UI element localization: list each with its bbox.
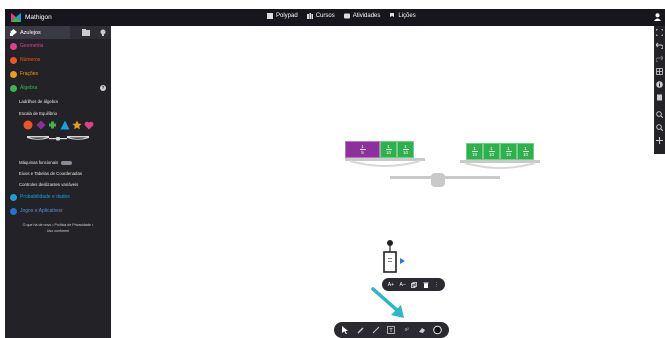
category-label: Números — [20, 57, 41, 63]
fraction-numerator: 1 — [490, 145, 493, 151]
top-bar: Mathigon Polypad Cursos Atividades Liçõe… — [5, 9, 665, 26]
nav-lessons[interactable]: Lições — [389, 13, 416, 19]
redo-icon[interactable] — [656, 55, 663, 62]
color-picker-icon[interactable] — [433, 325, 442, 335]
drawing-toolbar: x² — [334, 322, 449, 338]
shape-tiles-graphic — [23, 120, 94, 141]
tab-tiles-label: Azulejos — [20, 29, 41, 36]
algebra-icon — [10, 84, 17, 92]
folder-icon[interactable] — [82, 29, 90, 36]
category-label: Frações — [20, 71, 39, 77]
text-box[interactable] — [380, 238, 410, 276]
sidebar-item-function-machines[interactable]: Máquinas funcionais — [5, 157, 111, 168]
nav-label-lessons: Lições — [398, 13, 416, 19]
info-icon[interactable] — [656, 81, 663, 88]
tab-tiles[interactable]: Azulejos — [5, 26, 70, 39]
courses-icon — [306, 13, 313, 19]
category-label: Jogos e Aplicativos — [20, 208, 63, 214]
play-icon — [400, 258, 405, 264]
app-title: Mathigon — [25, 14, 52, 21]
nav-courses[interactable]: Cursos — [306, 13, 335, 19]
sidebar: Azulejos Geometria Números Frações Álgeb… — [5, 26, 111, 338]
category-probability[interactable]: Probabilidade e dados — [5, 190, 111, 204]
games-icon — [10, 207, 17, 215]
zoom-out-icon[interactable] — [656, 124, 663, 131]
brand[interactable]: Mathigon — [11, 13, 52, 22]
numbers-icon — [10, 56, 17, 64]
shapes-icon — [10, 29, 17, 36]
cursor-icon[interactable] — [341, 326, 350, 335]
mathigon-logo-icon — [11, 13, 21, 22]
fraction-numerator: 1 — [404, 143, 407, 149]
fraction-label: 1 10 — [385, 143, 392, 155]
pen-icon[interactable] — [356, 326, 365, 335]
nav-label-activities: Atividades — [352, 13, 381, 19]
sidebar-tabs: Azulejos — [5, 26, 111, 39]
fraction-numerator: 1 — [473, 145, 476, 151]
cross-icon — [49, 121, 56, 129]
fraction-label: 1 10 — [402, 143, 409, 155]
star-icon — [72, 120, 82, 130]
sidebar-item-label: Máquinas funcionais — [19, 160, 59, 165]
eraser-icon[interactable] — [418, 326, 427, 335]
text-tool-icon[interactable] — [387, 326, 396, 335]
sidebar-item-algebra-tiles[interactable]: Ladrilhos de álgebra — [5, 95, 111, 107]
heart-icon — [84, 121, 94, 130]
nav-polypad[interactable]: Polypad — [267, 13, 298, 19]
new-badge — [61, 160, 73, 165]
legal-line: Uso conforme — [46, 229, 70, 233]
activities-icon — [343, 13, 350, 19]
polypad-icon — [267, 13, 273, 19]
circle-icon — [23, 120, 33, 130]
main-nav: Polypad Cursos Atividades Lições — [267, 13, 416, 19]
legal-links[interactable]: O que há de novo • Política de Privacida… — [5, 218, 111, 238]
sidebar-item-balance-scale[interactable]: Escala de Equilíbrio — [5, 107, 111, 119]
category-algebra[interactable]: Álgebra ? — [5, 81, 111, 95]
sidebar-item-variable-sliders[interactable]: Controles deslizantes variáveis — [5, 179, 111, 190]
category-label: Álgebra — [20, 85, 38, 91]
undo-icon[interactable] — [656, 42, 663, 49]
fraction-label: 15 — [359, 143, 366, 155]
move-icon[interactable] — [656, 137, 663, 144]
nav-label-courses: Cursos — [315, 13, 335, 19]
nav-label-polypad: Polypad — [276, 13, 298, 19]
copy-icon[interactable] — [411, 281, 418, 288]
probability-icon — [10, 193, 17, 201]
lessons-icon — [390, 13, 395, 17]
triangle-icon — [60, 120, 70, 130]
line-icon[interactable] — [372, 326, 381, 335]
fractions-icon — [10, 70, 17, 78]
category-games[interactable]: Jogos e Aplicativos — [5, 204, 111, 218]
sidebar-item-coordinate-axes[interactable]: Eixos e Tabelas de Coordenadas — [5, 168, 111, 179]
bookmark-icon[interactable] — [656, 94, 663, 101]
trash-icon[interactable] — [423, 282, 429, 288]
user-icon[interactable] — [654, 13, 661, 21]
zoom-in-icon[interactable] — [656, 111, 663, 118]
lightbulb-icon[interactable] — [99, 29, 107, 36]
nav-activities[interactable]: Atividades — [343, 13, 381, 19]
superscript-button[interactable]: x² — [402, 326, 411, 335]
balance-scale-preview[interactable] — [5, 119, 111, 157]
fraction-numerator: 1 — [524, 145, 527, 151]
geometry-icon — [10, 42, 17, 50]
fullscreen-icon[interactable] — [656, 29, 663, 36]
right-toolbar — [654, 26, 665, 154]
category-label: Geometria — [20, 43, 44, 49]
pointer-arrow-icon — [371, 287, 404, 318]
category-numbers[interactable]: Números — [5, 53, 111, 67]
grid-icon[interactable] — [656, 68, 663, 75]
category-fractions[interactable]: Frações — [5, 67, 111, 81]
category-label: Probabilidade e dados — [20, 194, 70, 200]
diamond-icon — [36, 120, 46, 130]
fraction-numerator: 1 — [507, 145, 510, 151]
help-icon[interactable]: ? — [100, 85, 106, 91]
scale-beam — [345, 158, 540, 187]
fraction-numerator: 1 — [361, 143, 364, 149]
fraction-numerator: 1 — [387, 143, 390, 149]
category-geometry[interactable]: Geometria — [5, 39, 111, 53]
more-options-button[interactable]: ⋮ — [434, 282, 439, 288]
